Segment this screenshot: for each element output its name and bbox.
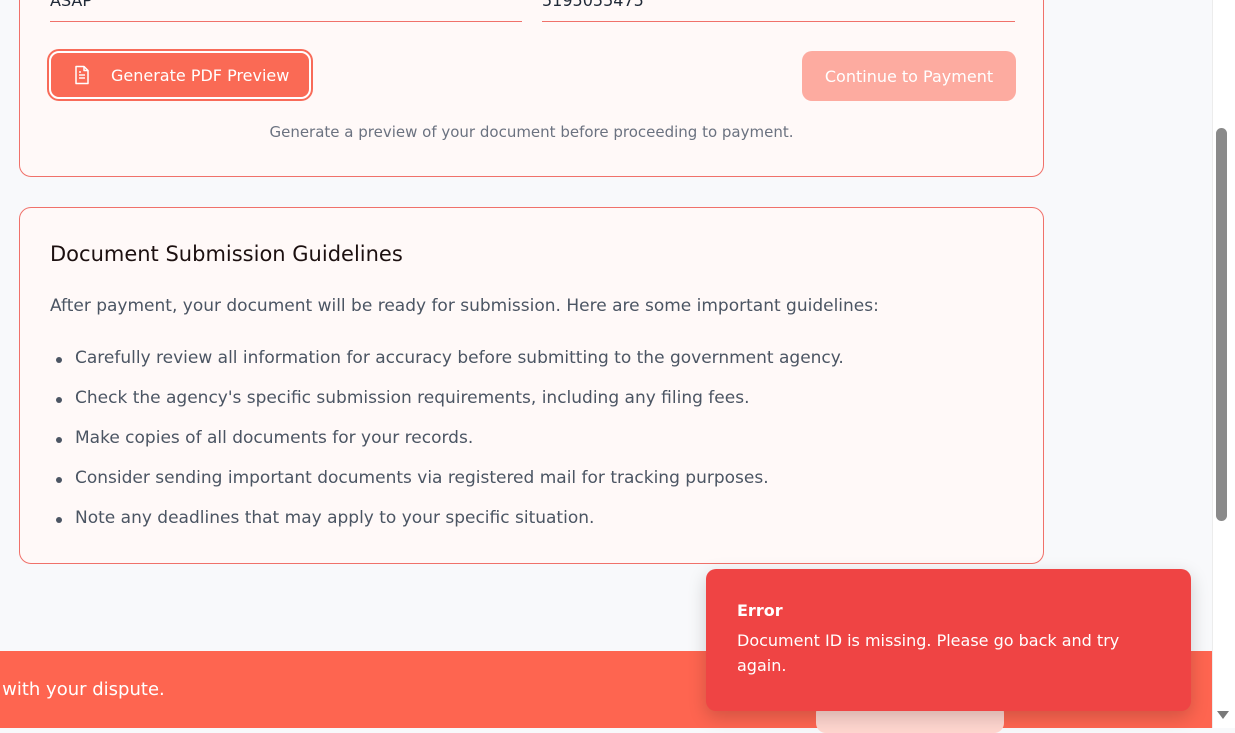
guidelines-card: Document Submission Guidelines After pay… bbox=[19, 207, 1044, 564]
scroll-down-arrow-icon[interactable] bbox=[1217, 711, 1229, 719]
guideline-item: Consider sending important documents via… bbox=[50, 456, 844, 496]
footer-text: p with your dispute. bbox=[0, 679, 165, 700]
form-card: ASAP 5195055475 Generate PDF Preview Con… bbox=[19, 0, 1044, 177]
guideline-item: Check the agency's specific submission r… bbox=[50, 376, 844, 416]
form-field-right[interactable]: 5195055475 bbox=[542, 0, 1015, 22]
guideline-item: Carefully review all information for acc… bbox=[50, 336, 844, 376]
document-icon bbox=[73, 65, 99, 85]
toast-title: Error bbox=[737, 601, 783, 620]
preview-note: Generate a preview of your document befo… bbox=[269, 123, 794, 141]
guidelines-title: Document Submission Guidelines bbox=[50, 242, 403, 266]
scrollbar-thumb[interactable] bbox=[1216, 128, 1227, 521]
guideline-item: Note any deadlines that may apply to you… bbox=[50, 496, 844, 536]
guidelines-intro: After payment, your document will be rea… bbox=[50, 296, 879, 316]
form-field-left[interactable]: ASAP bbox=[50, 0, 522, 22]
form-field-left-value: ASAP bbox=[50, 0, 92, 10]
form-field-right-value: 5195055475 bbox=[542, 0, 644, 10]
guidelines-list: Carefully review all information for acc… bbox=[50, 336, 844, 536]
vertical-scrollbar[interactable] bbox=[1212, 0, 1235, 728]
toast-message: Document ID is missing. Please go back a… bbox=[737, 631, 1120, 675]
continue-to-payment-label: Continue to Payment bbox=[824, 66, 994, 86]
generate-pdf-preview-label: Generate PDF Preview bbox=[111, 65, 290, 85]
error-toast[interactable]: Error Document ID is missing. Please go … bbox=[706, 569, 1191, 711]
generate-pdf-preview-button[interactable]: Generate PDF Preview bbox=[49, 51, 311, 99]
guideline-item: Make copies of all documents for your re… bbox=[50, 416, 844, 456]
continue-to-payment-button[interactable]: Continue to Payment bbox=[802, 51, 1016, 101]
